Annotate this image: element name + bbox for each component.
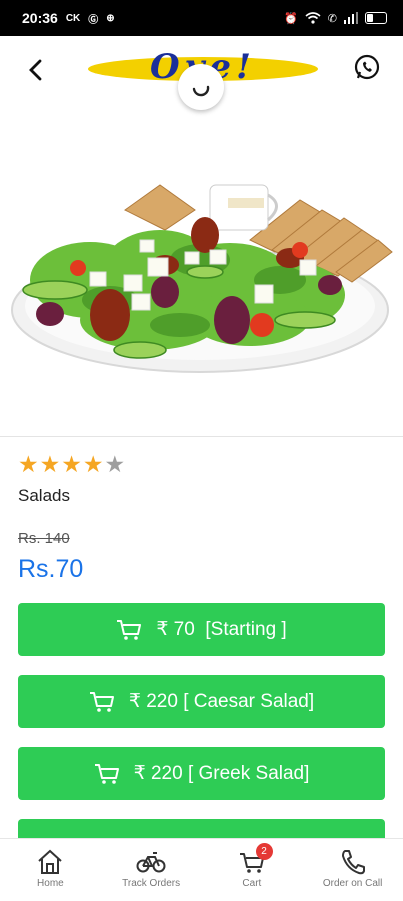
variant-label: ₹ 220 [ Greek Salad] xyxy=(133,763,310,784)
add-to-cart-starting-button[interactable]: ₹ 70 [Starting ] xyxy=(18,603,385,656)
wifi-icon xyxy=(305,12,321,24)
back-button[interactable] xyxy=(22,56,50,84)
star-filled-icon: ★ xyxy=(82,451,104,477)
nav-label: Track Orders xyxy=(122,878,181,889)
nav-label: Home xyxy=(37,878,64,889)
back-arrow-icon xyxy=(29,59,42,81)
ck-icon: CK xyxy=(65,12,81,24)
add-to-cart-greek-button[interactable]: ₹ 220 [ Greek Salad] xyxy=(18,747,385,800)
status-bar: 20:36 CK Ⓖ ⊕ ⏰ ✆ 7 xyxy=(0,0,403,36)
call-icon: ✆ xyxy=(327,12,337,25)
star-filled-icon: ★ xyxy=(61,451,82,477)
add-to-cart-caesar-button[interactable]: ₹ 220 [ Caesar Salad] xyxy=(18,675,385,728)
nav-label: Order on Call xyxy=(322,878,383,889)
nav-label: Cart xyxy=(242,878,262,889)
variant-label: ₹ 220 [ Caesar Salad] xyxy=(128,691,315,712)
whatsapp-icon xyxy=(354,54,380,80)
cart-icon xyxy=(117,619,142,640)
original-price: Rs. 140 xyxy=(18,530,70,547)
current-price: Rs.70 xyxy=(18,555,84,583)
cart-icon xyxy=(94,763,119,784)
cart-count-badge: 2 xyxy=(255,843,273,860)
bicycle-icon xyxy=(136,852,166,873)
status-time: 20:36 xyxy=(22,10,58,26)
nav-cart[interactable]: 2 Cart xyxy=(202,839,303,901)
nav-order-on-call[interactable]: Order on Call xyxy=(302,839,403,901)
product-image xyxy=(0,100,403,437)
rating-stars: ★ ★ ★ ★ ★ xyxy=(18,453,125,476)
nav-home[interactable]: Home xyxy=(0,839,101,901)
alarm-icon: ⏰ xyxy=(284,12,298,25)
signal-icon xyxy=(344,12,358,24)
star-filled-icon: ★ xyxy=(18,451,39,477)
loading-spinner xyxy=(178,64,224,110)
variant-label: ₹ 70 [Starting ] xyxy=(156,619,287,640)
star-filled-icon: ★ xyxy=(39,451,61,477)
star-empty-icon: ★ xyxy=(104,451,126,477)
battery-icon: 7 xyxy=(365,12,387,24)
bottom-navigation: Home Track Orders 2 Cart Order on Call xyxy=(0,838,403,901)
cart-icon xyxy=(89,691,114,712)
home-icon xyxy=(38,849,63,874)
product-title: Salads xyxy=(18,486,70,505)
g-icon: Ⓖ xyxy=(88,14,99,26)
whatsapp-button[interactable] xyxy=(353,54,381,82)
phone-icon xyxy=(341,850,365,875)
compass-icon: ⊕ xyxy=(106,12,115,24)
nav-track-orders[interactable]: Track Orders xyxy=(101,839,202,901)
